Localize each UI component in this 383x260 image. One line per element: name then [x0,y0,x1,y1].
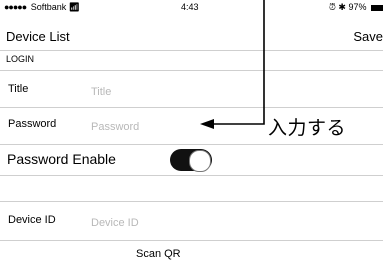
save-button[interactable]: Save [353,29,383,44]
status-right: ⏰︎ ✱ 97% [329,0,383,14]
nav-title: Device List [6,29,70,44]
section-header-label: LOGIN [6,54,35,64]
password-enable-toggle[interactable] [170,149,212,172]
carrier-info: ●●●●● Softbank 📶︎ [4,0,80,14]
app-screen: ●●●●● Softbank 📶︎ 4:43 ⏰︎ ✱ 97% Device L… [0,0,383,260]
password-enable-row: Password Enable [0,145,383,176]
device-id-input[interactable]: Device ID [91,217,139,229]
signal-strength-icon: ●●●●● [4,2,27,12]
annotation-text: 入力する [268,118,347,139]
title-row[interactable]: Title Title [0,71,383,108]
bluetooth-icon: ✱ [338,2,346,12]
alarm-icon: ⏰︎ [328,2,336,12]
device-id-label: Device ID [8,214,56,226]
password-enable-label: Password Enable [7,151,116,167]
device-id-row[interactable]: Device ID Device ID [0,202,383,241]
status-bar: ●●●●● Softbank 📶︎ 4:43 ⏰︎ ✱ 97% [0,0,383,14]
password-label: Password [8,118,57,130]
password-input[interactable]: Password [91,121,139,133]
blank-row [0,176,383,202]
carrier-name: Softbank [30,2,67,12]
toggle-knob [189,150,211,172]
navigation-bar: Device List Save [0,14,383,51]
battery-percent: 97% [348,2,367,12]
title-label: Title [8,83,29,95]
section-header-login: LOGIN [0,51,383,71]
status-time: 4:43 [181,2,199,12]
scan-qr-button[interactable]: Scan QR [136,248,181,260]
wifi-icon: 📶︎ [68,2,81,12]
title-input[interactable]: Title [91,86,111,98]
battery-icon [371,4,383,11]
